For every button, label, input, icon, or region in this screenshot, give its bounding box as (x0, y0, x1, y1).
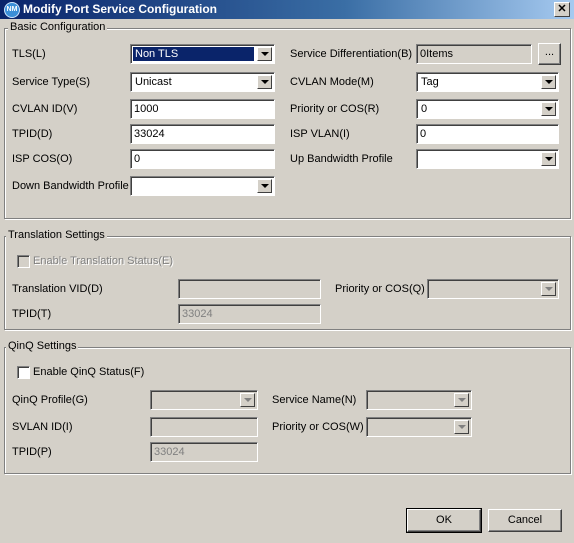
service-differentiation-label: Service Differentiation(B) (290, 48, 413, 60)
chevron-down-icon[interactable] (454, 393, 469, 407)
close-button[interactable]: ✕ (554, 2, 570, 17)
svlan-id-input[interactable] (150, 417, 258, 437)
title-bar: NM Modify Port Service Configuration ✕ (0, 0, 574, 19)
qinq-settings-legend: QinQ Settings (6, 340, 79, 352)
enable-translation-checkbox[interactable] (17, 255, 30, 268)
window-title: Modify Port Service Configuration (23, 2, 218, 16)
cvlan-id-label: CVLAN ID(V) (12, 103, 78, 115)
up-bandwidth-label: Up Bandwidth Profile (290, 153, 393, 165)
cvlan-id-input[interactable]: 1000 (130, 99, 275, 119)
qinq-profile-value (153, 393, 237, 407)
enable-qinq-checkbox[interactable] (17, 366, 30, 379)
service-name-value (369, 393, 451, 407)
translation-vid-input[interactable] (178, 279, 321, 299)
service-type-select[interactable]: Unicast (130, 72, 275, 92)
up-bandwidth-value (419, 152, 538, 166)
priority-cos-label: Priority or COS(R) (290, 103, 380, 115)
tls-label: TLS(L) (12, 48, 46, 60)
translation-tpid-input[interactable]: 33024 (178, 304, 321, 324)
service-name-label: Service Name(N) (272, 394, 357, 406)
app-globe-icon: NM (4, 2, 20, 18)
qinq-tpid-label: TPID(P) (12, 446, 52, 458)
chevron-down-icon[interactable] (257, 75, 272, 89)
isp-vlan-label: ISP VLAN(I) (290, 128, 350, 140)
translation-priority-label: Priority or COS(Q) (335, 283, 425, 295)
chevron-down-icon[interactable] (240, 393, 255, 407)
down-bandwidth-label: Down Bandwidth Profile (12, 180, 129, 192)
down-bandwidth-value (133, 179, 254, 193)
up-bandwidth-select[interactable] (416, 149, 559, 169)
cvlan-mode-label: CVLAN Mode(M) (290, 76, 374, 88)
chevron-down-icon[interactable] (541, 102, 556, 116)
tls-value: Non TLS (133, 47, 254, 61)
basic-configuration-legend: Basic Configuration (8, 21, 108, 33)
translation-settings-legend: Translation Settings (6, 229, 107, 241)
translation-priority-value (430, 282, 538, 296)
tpid-input[interactable]: 33024 (130, 124, 275, 144)
priority-cos-select[interactable]: 0 (416, 99, 559, 119)
down-bandwidth-select[interactable] (130, 176, 275, 196)
translation-tpid-label: TPID(T) (12, 308, 52, 320)
ok-button[interactable]: OK (406, 508, 482, 533)
service-type-label: Service Type(S) (12, 76, 91, 88)
chevron-down-icon[interactable] (541, 152, 556, 166)
enable-translation-label: Enable Translation Status(E) (33, 255, 174, 267)
cvlan-mode-value: Tag (421, 76, 439, 88)
tls-select[interactable]: Non TLS (130, 44, 275, 64)
cvlan-mode-select[interactable]: Tag (416, 72, 559, 92)
service-differentiation-input: 0Items (416, 44, 532, 64)
svlan-id-label: SVLAN ID(I) (12, 421, 73, 433)
isp-cos-input[interactable]: 0 (130, 149, 275, 169)
service-type-value: Unicast (135, 76, 172, 88)
qinq-priority-value (369, 420, 451, 434)
translation-vid-label: Translation VID(D) (12, 283, 103, 295)
chevron-down-icon[interactable] (541, 282, 556, 296)
isp-vlan-input[interactable]: 0 (416, 124, 559, 144)
chevron-down-icon[interactable] (541, 75, 556, 89)
cancel-button[interactable]: Cancel (488, 509, 562, 532)
priority-cos-value: 0 (421, 103, 428, 115)
qinq-priority-select[interactable] (366, 417, 472, 437)
enable-qinq-label: Enable QinQ Status(F) (33, 366, 145, 378)
service-differentiation-button[interactable]: ... (538, 43, 561, 65)
qinq-profile-label: QinQ Profile(G) (12, 394, 88, 406)
service-name-select[interactable] (366, 390, 472, 410)
isp-cos-label: ISP COS(O) (12, 153, 73, 165)
qinq-priority-label: Priority or COS(W) (272, 421, 364, 433)
qinq-profile-select[interactable] (150, 390, 258, 410)
translation-priority-select[interactable] (427, 279, 559, 299)
chevron-down-icon[interactable] (257, 47, 272, 61)
chevron-down-icon[interactable] (257, 179, 272, 193)
qinq-tpid-input[interactable]: 33024 (150, 442, 258, 462)
tpid-label: TPID(D) (12, 128, 53, 140)
chevron-down-icon[interactable] (454, 420, 469, 434)
